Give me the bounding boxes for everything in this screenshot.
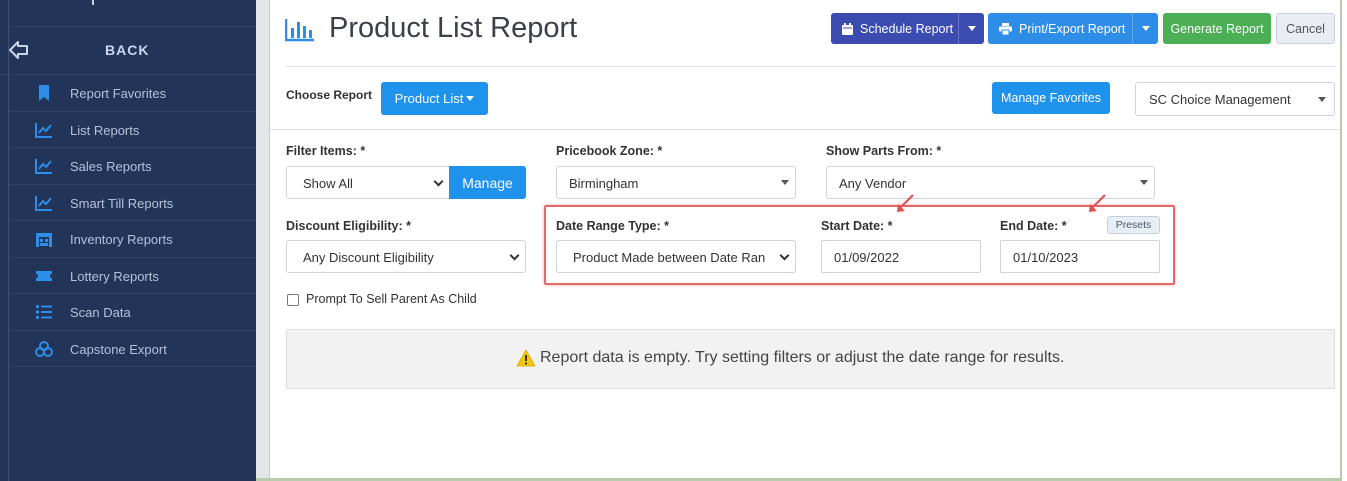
sidebar-item-label: List Reports xyxy=(70,122,140,138)
caret-down-icon xyxy=(1140,180,1148,185)
caret-down-icon xyxy=(967,26,976,31)
schedule-report-label: Schedule Report xyxy=(860,21,954,36)
pricebook-zone-label: Pricebook Zone: * xyxy=(556,144,663,158)
sidebar-item-lottery-reports[interactable]: Lottery Reports xyxy=(9,258,256,294)
sidebar-item-smart-till-reports[interactable]: Smart Till Reports xyxy=(9,185,256,221)
back-arrow-icon xyxy=(9,41,28,59)
print-export-label: Print/Export Report xyxy=(1019,21,1126,36)
annotation-arrow-icon xyxy=(897,194,914,212)
sidebar-item-label: Scan Data xyxy=(70,305,131,320)
cubes-icon xyxy=(35,340,53,357)
product-list-dropdown-button[interactable]: Product List xyxy=(381,82,488,115)
print-export-report-button[interactable]: Print/Export Report xyxy=(988,13,1158,44)
sidebar-item-label: Lottery Reports xyxy=(70,268,159,284)
sidebar: BACK Report Favorites List Reports Sales… xyxy=(0,0,256,481)
sidebar-item-inventory-reports[interactable]: Inventory Reports xyxy=(9,221,256,258)
sidebar-item-label: Sales Reports xyxy=(70,159,152,174)
back-label: BACK xyxy=(105,42,150,58)
content-frame-gutter xyxy=(256,0,270,481)
pricebook-zone-select[interactable]: Birmingham xyxy=(556,166,796,199)
line-chart-icon xyxy=(35,159,52,174)
generate-report-button[interactable]: Generate Report xyxy=(1163,13,1271,44)
printer-icon xyxy=(999,22,1012,35)
sidebar-item-report-favorites[interactable]: Report Favorites xyxy=(9,75,256,112)
schedule-report-dropdown-toggle[interactable] xyxy=(958,13,984,44)
sidebar-item-scan-data[interactable]: Scan Data xyxy=(9,294,256,331)
empty-report-message: Report data is empty. Try setting filter… xyxy=(540,349,1065,366)
caret-down-icon xyxy=(781,180,789,185)
line-chart-icon xyxy=(35,195,52,211)
sidebar-item-label: Smart Till Reports xyxy=(70,195,174,211)
manage-favorites-button[interactable]: Manage Favorites xyxy=(992,82,1110,114)
chevron-down-icon xyxy=(509,250,520,261)
filter-items-select[interactable]: Show All xyxy=(286,166,450,199)
sidebar-top-bar xyxy=(8,0,256,27)
company-select-value: SC Choice Management xyxy=(1149,92,1291,107)
header-divider xyxy=(286,66,1335,67)
company-select[interactable]: SC Choice Management xyxy=(1135,82,1335,116)
bar-chart-icon xyxy=(285,19,314,42)
caret-down-icon xyxy=(466,96,475,101)
caret-down-icon xyxy=(1141,26,1150,31)
sidebar-item-sales-reports[interactable]: Sales Reports xyxy=(9,148,256,185)
ticket-icon xyxy=(36,270,52,281)
warning-icon xyxy=(516,349,536,367)
filter-items-value: Show All xyxy=(303,176,353,191)
manage-filter-button[interactable]: Manage xyxy=(449,166,526,199)
warehouse-icon xyxy=(36,233,52,247)
section-divider xyxy=(270,129,1340,130)
discount-eligibility-label: Discount Eligibility: * xyxy=(286,219,412,233)
product-list-label: Product List xyxy=(394,91,464,106)
calendar-icon xyxy=(842,22,853,35)
sidebar-item-label: Inventory Reports xyxy=(70,232,173,247)
sidebar-item-label: Report Favorites xyxy=(70,86,167,101)
date-range-highlight-box xyxy=(544,205,1175,285)
print-export-dropdown-toggle[interactable] xyxy=(1132,13,1158,44)
sidebar-item-capstone-export[interactable]: Capstone Export xyxy=(9,331,256,367)
line-chart-icon xyxy=(35,122,52,138)
list-icon xyxy=(36,305,52,319)
page-title: Product List Report xyxy=(329,12,578,44)
prompt-sell-parent-checkbox[interactable] xyxy=(287,294,299,306)
content-frame-border-right xyxy=(1340,0,1342,481)
show-parts-from-label: Show Parts From: * xyxy=(826,144,942,158)
show-parts-from-value: Any Vendor xyxy=(839,176,907,191)
cancel-button[interactable]: Cancel xyxy=(1276,13,1335,44)
pricebook-zone-value: Birmingham xyxy=(569,176,639,191)
sidebar-item-label: Capstone Export xyxy=(70,341,167,357)
bookmark-icon xyxy=(39,85,49,101)
discount-eligibility-value: Any Discount Eligibility xyxy=(303,250,434,265)
caret-down-icon xyxy=(1318,97,1326,102)
filter-items-label: Filter Items: * xyxy=(286,144,366,158)
chevron-down-icon xyxy=(433,176,444,187)
back-button[interactable]: BACK xyxy=(0,27,256,75)
schedule-report-button[interactable]: Schedule Report xyxy=(831,13,984,44)
discount-eligibility-select[interactable]: Any Discount Eligibility xyxy=(286,240,526,273)
sidebar-item-list-reports[interactable]: List Reports xyxy=(9,112,256,148)
annotation-arrow-icon xyxy=(1089,194,1106,212)
empty-report-notice: Report data is empty. Try setting filter… xyxy=(286,329,1335,389)
choose-report-label: Choose Report xyxy=(286,88,373,102)
content-frame-border xyxy=(269,0,270,481)
prompt-sell-parent-label: Prompt To Sell Parent As Child xyxy=(306,292,477,306)
